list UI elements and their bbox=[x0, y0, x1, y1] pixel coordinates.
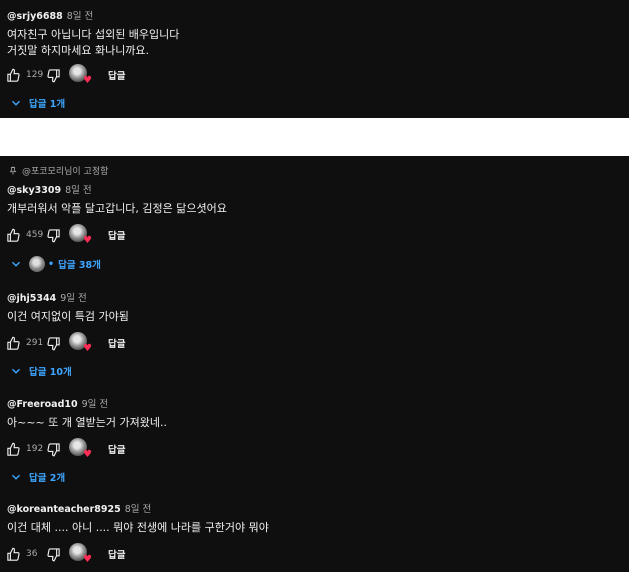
dislike-button[interactable] bbox=[46, 547, 61, 562]
thumbs-down-icon bbox=[47, 547, 60, 561]
dislike-button[interactable] bbox=[46, 442, 61, 457]
comment-author[interactable]: @jhj5344 9일 전 bbox=[7, 293, 87, 305]
like-count: 129 bbox=[26, 70, 44, 80]
like-count: 192 bbox=[26, 444, 44, 454]
comment-text-line: 거짓말 하지마세요 화나니까요. bbox=[7, 43, 150, 57]
creator-heart: ♥ bbox=[69, 543, 92, 565]
thumbs-down-icon bbox=[47, 68, 60, 82]
comment-time: 8일 전 bbox=[65, 185, 92, 196]
chevron-down-icon bbox=[12, 474, 20, 480]
like-button[interactable]: 129 bbox=[6, 68, 44, 83]
comment-author[interactable]: @koreanteacher8925 8일 전 bbox=[7, 504, 151, 516]
replies-count: 답글 10개 bbox=[29, 367, 72, 378]
like-count: 459 bbox=[26, 230, 44, 240]
reply-button[interactable]: 답글 bbox=[108, 228, 125, 242]
thumbs-up-icon bbox=[7, 228, 20, 242]
comment-time: 8일 전 bbox=[124, 504, 152, 515]
comment-text: 여자친구 아닙니다 섭외된 배우입니다 거짓말 하지마세요 화나니까요. bbox=[7, 27, 179, 58]
replies-count: 답글 38개 bbox=[58, 260, 101, 271]
comment-actions: 459 ♥ 답글 bbox=[6, 224, 125, 246]
comment-text-line: 이건 여지없이 특검 가야됨 bbox=[7, 310, 129, 323]
comment-time: 9일 전 bbox=[81, 399, 109, 410]
view-replies-button[interactable]: 답글 10개 bbox=[9, 362, 72, 380]
thumbs-up-icon bbox=[7, 547, 20, 561]
thumbs-down-icon bbox=[47, 442, 60, 456]
reply-avatar bbox=[29, 256, 45, 272]
chevron-down-icon bbox=[12, 100, 20, 106]
like-count: 36 bbox=[26, 549, 38, 559]
comment-panel-top: @srjy6688 8일 전 여자친구 아닙니다 섭외된 배우입니다 거짓말 하지… bbox=[0, 0, 629, 118]
comment-time: 9일 전 bbox=[60, 293, 87, 304]
separator-dot: • bbox=[48, 258, 55, 270]
reply-button[interactable]: 답글 bbox=[108, 442, 125, 456]
creator-heart: ♥ bbox=[69, 438, 92, 460]
heart-icon: ♥ bbox=[83, 75, 92, 86]
pinned-text: @포코모리님이 고정함 bbox=[22, 167, 109, 177]
reply-button[interactable]: 답글 bbox=[108, 68, 125, 82]
view-replies-button[interactable]: 답글 1개 bbox=[9, 94, 65, 112]
pinned-label: @포코모리님이 고정함 bbox=[8, 164, 108, 177]
dislike-button[interactable] bbox=[46, 68, 61, 83]
comment-text: 이건 여지없이 특검 가야됨 bbox=[7, 309, 129, 325]
creator-heart: ♥ bbox=[69, 64, 92, 86]
comment-text: 개부러워서 악플 달고갑니다, 김정은 닮으셧어요 bbox=[7, 201, 227, 217]
like-button[interactable]: 291 bbox=[6, 336, 44, 351]
reply-button[interactable]: 답글 bbox=[108, 336, 125, 350]
thumbs-up-icon bbox=[7, 336, 20, 350]
comment-text-line: 여자친구 아닙니다 섭외된 배우입니다 bbox=[7, 28, 180, 41]
thumbs-down-icon bbox=[47, 228, 60, 242]
dislike-button[interactable] bbox=[46, 336, 61, 351]
comment-text: 아~~~ 또 개 열받는거 가져왔네.. bbox=[7, 415, 167, 431]
comment-time: 8일 전 bbox=[66, 11, 94, 22]
creator-heart: ♥ bbox=[69, 224, 92, 246]
like-button[interactable]: 36 bbox=[6, 547, 44, 562]
view-replies-button[interactable]: • 답글 38개 bbox=[9, 255, 101, 273]
comment-panel-bottom: @포코모리님이 고정함 @sky3309 8일 전 개부러워서 악플 달고갑니다,… bbox=[0, 156, 629, 572]
view-replies-button[interactable]: 답글 2개 bbox=[9, 468, 65, 486]
heart-icon: ♥ bbox=[83, 449, 92, 460]
dislike-button[interactable] bbox=[46, 228, 61, 243]
like-button[interactable]: 459 bbox=[6, 228, 44, 243]
replies-count: 답글 2개 bbox=[29, 473, 66, 484]
like-button[interactable]: 192 bbox=[6, 442, 44, 457]
chevron-down-icon bbox=[12, 368, 20, 374]
pin-icon bbox=[9, 166, 17, 175]
comment-author[interactable]: @Freeroad10 9일 전 bbox=[7, 399, 108, 411]
comment-actions: 192 ♥ 답글 bbox=[6, 438, 125, 460]
heart-icon: ♥ bbox=[83, 343, 92, 354]
comment-actions: 129 ♥ 답글 bbox=[6, 64, 125, 86]
comment-author[interactable]: @srjy6688 8일 전 bbox=[7, 11, 93, 23]
heart-icon: ♥ bbox=[83, 554, 92, 565]
chevron-down-icon bbox=[12, 261, 20, 267]
comment-actions: 291 ♥ 답글 bbox=[6, 332, 125, 354]
replies-count: 답글 1개 bbox=[29, 99, 66, 110]
reply-button[interactable]: 답글 bbox=[108, 547, 125, 561]
thumbs-up-icon bbox=[7, 68, 20, 82]
comment-author[interactable]: @sky3309 8일 전 bbox=[7, 185, 92, 197]
comment-actions: 36 ♥ 답글 bbox=[6, 543, 125, 565]
comment-text-line: 개부러워서 악플 달고갑니다, 김정은 닮으셧어요 bbox=[7, 202, 227, 215]
comment-text-line: 아~~~ 또 개 열받는거 가져왔네.. bbox=[7, 416, 167, 429]
like-count: 291 bbox=[26, 338, 44, 348]
creator-heart: ♥ bbox=[69, 332, 92, 354]
comment-text-line: 이건 대체 .... 아니 .... 뭐야 전생에 나라를 구한거야 뭐야 bbox=[7, 521, 269, 534]
thumbs-down-icon bbox=[47, 336, 60, 350]
thumbs-up-icon bbox=[7, 442, 20, 456]
heart-icon: ♥ bbox=[83, 235, 92, 246]
comment-text: 이건 대체 .... 아니 .... 뭐야 전생에 나라를 구한거야 뭐야 bbox=[7, 520, 269, 536]
